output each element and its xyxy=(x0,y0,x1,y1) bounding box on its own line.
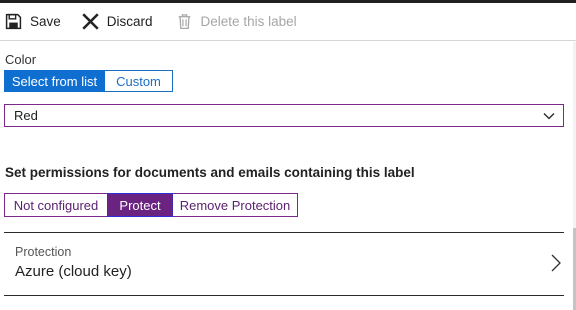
delete-label-text: Delete this label xyxy=(200,14,297,29)
color-field-label: Color xyxy=(5,52,37,67)
color-dropdown[interactable]: Red xyxy=(4,104,564,127)
remove-protection-option[interactable]: Remove Protection xyxy=(173,193,298,217)
protection-title: Protection xyxy=(15,245,72,259)
protection-setting-row[interactable]: Protection Azure (cloud key) xyxy=(4,233,564,295)
chevron-down-icon xyxy=(543,113,555,120)
not-configured-option[interactable]: Not configured xyxy=(4,193,108,217)
trash-icon xyxy=(178,14,190,30)
save-button[interactable]: Save xyxy=(5,3,61,41)
chevron-right-icon xyxy=(551,254,561,272)
permissions-toggle: Not configured Protect Remove Protection xyxy=(4,193,298,217)
color-mode-toggle: Select from list Custom xyxy=(4,70,173,92)
permissions-heading: Set permissions for documents and emails… xyxy=(5,165,415,180)
close-icon xyxy=(82,13,99,30)
discard-button[interactable]: Discard xyxy=(82,3,153,41)
color-dropdown-value: Red xyxy=(14,108,38,123)
protection-value: Azure (cloud key) xyxy=(15,263,132,280)
delete-label-button[interactable]: Delete this label xyxy=(176,3,297,41)
save-label: Save xyxy=(30,14,61,29)
custom-color-option[interactable]: Custom xyxy=(105,70,173,92)
divider xyxy=(4,295,564,296)
discard-label: Discard xyxy=(106,14,153,29)
protect-option[interactable]: Protect xyxy=(107,193,173,217)
save-icon xyxy=(5,13,22,30)
select-from-list-option[interactable]: Select from list xyxy=(4,70,105,92)
command-bar: Save Discard Delete this label xyxy=(0,3,576,41)
